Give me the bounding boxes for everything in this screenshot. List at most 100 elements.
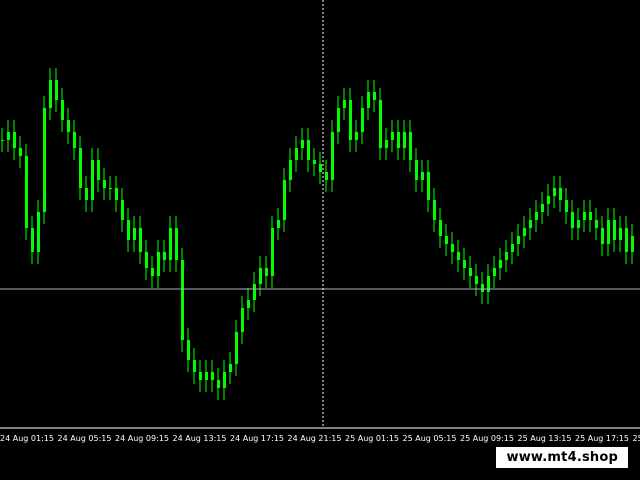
candle-body (355, 132, 358, 140)
candle-body (487, 276, 490, 292)
candle-series (1, 68, 634, 400)
candle-body (367, 92, 370, 108)
time-tick-label: 25 Aug 13:15 (518, 434, 572, 443)
candle-body (85, 188, 88, 200)
candle-body (343, 100, 346, 108)
candle-body (163, 252, 166, 260)
candle-body (499, 260, 502, 268)
candle-body (601, 228, 604, 244)
candle-body (67, 120, 70, 132)
candle-body (457, 252, 460, 260)
candle-body (151, 268, 154, 276)
candle-body (625, 228, 628, 252)
candle-body (103, 180, 106, 188)
candle-body (505, 252, 508, 260)
time-tick-label: 25 Aug 17:15 (575, 434, 629, 443)
candle-body (235, 332, 238, 364)
candle-body (223, 372, 226, 388)
time-tick-label: 25 Aug 01:15 (345, 434, 399, 443)
candle-body (139, 228, 142, 252)
candle-body (271, 228, 274, 276)
candle-body (19, 148, 22, 156)
candle-body (493, 268, 496, 276)
candle-body (511, 244, 514, 252)
candle-body (217, 380, 220, 388)
candle-body (583, 212, 586, 220)
candle-body (199, 372, 202, 380)
candle-body (193, 360, 196, 372)
candle-body (205, 372, 208, 380)
candle-body (7, 132, 10, 140)
candle-body (619, 228, 622, 240)
candle-body (415, 160, 418, 180)
candle-body (445, 236, 448, 244)
time-tick-label: 24 Aug 17:15 (230, 434, 284, 443)
candle-body (469, 268, 472, 276)
time-axis-labels: 24 Aug 01:15 24 Aug 05:15 24 Aug 09:15 24 A… (0, 434, 640, 443)
candle-body (277, 220, 280, 228)
candle-body (559, 188, 562, 200)
candle-body (451, 244, 454, 252)
candle-body (607, 220, 610, 244)
candle-body (361, 108, 364, 132)
candle-body (187, 340, 190, 360)
candle-body (79, 148, 82, 188)
candle-body (1, 140, 4, 141)
candle-body (439, 220, 442, 236)
candle-body (481, 284, 484, 292)
candle-body (229, 364, 232, 372)
candle-body (295, 148, 298, 160)
candle-body (577, 220, 580, 228)
candle-body (373, 92, 376, 100)
candle-body (31, 228, 34, 252)
price-chart[interactable]: 24 Aug 01:15 24 Aug 05:15 24 Aug 09:15 24 A… (0, 0, 640, 480)
time-tick-label: 25 (633, 434, 640, 443)
candle-body (259, 268, 262, 284)
candle-body (55, 80, 58, 100)
candle-body (301, 140, 304, 148)
candle-body (433, 200, 436, 220)
candle-body (313, 160, 316, 164)
candle-body (565, 200, 568, 212)
candle-body (181, 260, 184, 340)
candle-body (283, 180, 286, 220)
candle-body (463, 260, 466, 268)
candle-body (37, 212, 40, 252)
candle-body (409, 132, 412, 160)
candle-body (385, 140, 388, 148)
candle-body (157, 252, 160, 276)
time-tick-label: 24 Aug 01:15 (0, 434, 54, 443)
candle-body (325, 172, 328, 180)
candle-body (379, 100, 382, 148)
candle-body (115, 188, 118, 200)
candle-body (211, 372, 214, 380)
candle-body (631, 236, 634, 252)
candle-body (133, 228, 136, 240)
candle-body (517, 236, 520, 244)
time-tick-label: 25 Aug 05:15 (403, 434, 457, 443)
candle-body (427, 172, 430, 200)
candle-body (529, 220, 532, 228)
candle-body (403, 132, 406, 148)
candle-body (25, 156, 28, 228)
watermark-badge: www.mt4.shop (496, 447, 628, 468)
candle-body (307, 140, 310, 160)
candle-body (241, 308, 244, 332)
candle-body (247, 300, 250, 308)
candle-body (613, 220, 616, 240)
time-tick-label: 24 Aug 13:15 (173, 434, 227, 443)
candle-body (547, 196, 550, 204)
candle-body (97, 160, 100, 180)
candle-body (553, 188, 556, 196)
candle-body (175, 228, 178, 260)
candle-body (331, 132, 334, 180)
candle-body (169, 228, 172, 260)
candle-body (541, 204, 544, 212)
candle-body (421, 172, 424, 180)
candle-body (337, 108, 340, 132)
time-tick-label: 24 Aug 09:15 (115, 434, 169, 443)
candle-body (535, 212, 538, 220)
candle-body (319, 164, 322, 172)
candle-body (397, 132, 400, 148)
candle-body (571, 212, 574, 228)
